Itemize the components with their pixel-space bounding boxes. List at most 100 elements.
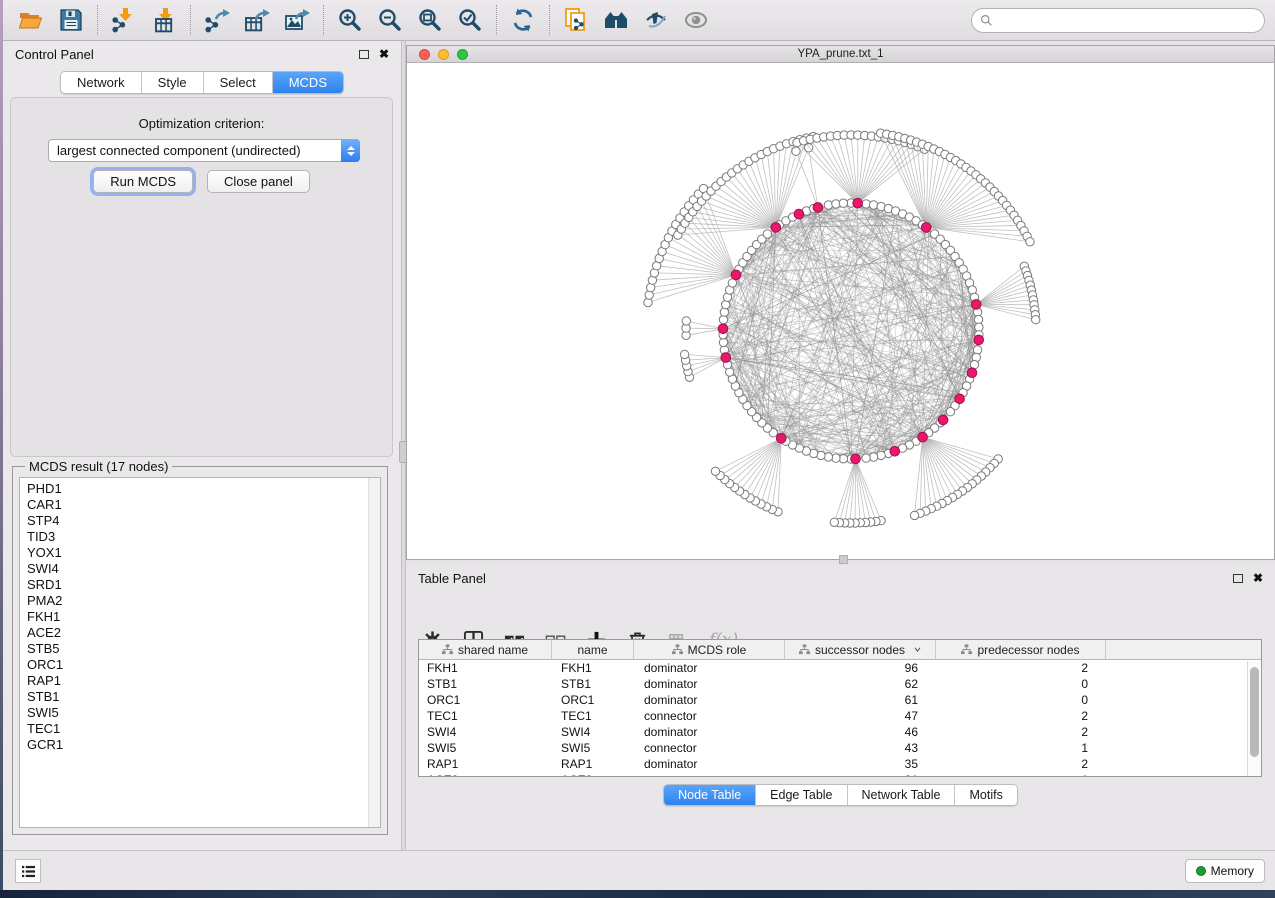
table-row-SWI5[interactable]: SWI5SWI5connector431 [419, 740, 1261, 756]
control-panel-tabs: NetworkStyleSelectMCDS [3, 71, 401, 94]
show-all-button[interactable] [676, 3, 716, 37]
mcds-result-item[interactable]: PMA2 [20, 593, 380, 609]
zoom-out-button[interactable] [370, 3, 410, 37]
memory-status-icon [1196, 866, 1206, 876]
apply-layout-button[interactable] [503, 3, 543, 37]
mcds-result-item[interactable]: SRD1 [20, 577, 380, 593]
new-network-from-selection-button[interactable] [556, 3, 596, 37]
task-history-button[interactable] [15, 859, 41, 883]
node-table[interactable]: shared namenameMCDS rolesuccessor nodesp… [418, 639, 1262, 777]
hide-selected-button[interactable] [636, 3, 676, 37]
open-file-button[interactable] [11, 3, 51, 37]
cell: 2 [936, 757, 1106, 771]
mcds-result-item[interactable]: STB1 [20, 689, 380, 705]
mcds-result-item[interactable]: RAP1 [20, 673, 380, 689]
mcds-result-item[interactable]: YOX1 [20, 545, 380, 561]
column-header-MCDS-role[interactable]: MCDS role [634, 640, 785, 659]
table-row-RAP1[interactable]: RAP1RAP1dominator352 [419, 756, 1261, 772]
cell: 62 [785, 677, 936, 691]
network-window-titlebar[interactable]: YPA_prune.txt_1 [407, 46, 1274, 63]
zoom-selected-button[interactable] [450, 3, 490, 37]
table-row-SWI4[interactable]: SWI4SWI4dominator462 [419, 724, 1261, 740]
run-mcds-button[interactable]: Run MCDS [93, 170, 193, 193]
open-file-icon [18, 7, 44, 33]
column-header-predecessor-nodes[interactable]: predecessor nodes [936, 640, 1106, 659]
mcds-result-item[interactable]: TEC1 [20, 721, 380, 737]
cell: ORC1 [419, 693, 552, 707]
cell: ORC1 [552, 693, 634, 707]
table-row-STB1[interactable]: STB1STB1dominator620 [419, 676, 1261, 692]
cell: ACE2 [552, 773, 634, 777]
mcds-result-item[interactable]: TID3 [20, 529, 380, 545]
table-scrollbar[interactable] [1247, 661, 1261, 776]
memory-button[interactable]: Memory [1185, 859, 1265, 883]
table-scrollbar-thumb[interactable] [1250, 667, 1259, 757]
new-network-from-selection-icon [563, 7, 589, 33]
network-graph[interactable] [407, 63, 1274, 559]
toolbar-separator [496, 5, 497, 35]
mcds-result-item[interactable]: STB5 [20, 641, 380, 657]
criterion-select[interactable]: largest connected component (undirected) [48, 139, 360, 162]
horizontal-splitter-grip[interactable] [839, 555, 848, 564]
mcds-result-item[interactable]: SWI4 [20, 561, 380, 577]
float-window-icon[interactable] [1233, 574, 1243, 583]
tab-edge-table[interactable]: Edge Table [756, 785, 847, 805]
export-table-button[interactable] [237, 3, 277, 37]
zoom-fit-button[interactable] [410, 3, 450, 37]
mcds-result-item[interactable]: FKH1 [20, 609, 380, 625]
cell: SWI5 [552, 741, 634, 755]
close-panel-button[interactable]: Close panel [207, 170, 310, 193]
import-table-icon [151, 7, 177, 33]
mcds-result-item[interactable]: GCR1 [20, 737, 380, 753]
cell: FKH1 [552, 661, 634, 675]
tab-mcds[interactable]: MCDS [273, 72, 343, 93]
table-row-FKH1[interactable]: FKH1FKH1dominator962 [419, 660, 1261, 676]
status-bar: Memory [3, 850, 1275, 890]
mcds-result-item[interactable]: CAR1 [20, 497, 380, 513]
desktop-background-bottom [0, 890, 1275, 898]
tab-node-table[interactable]: Node Table [664, 785, 756, 805]
mcds-result-item[interactable]: SWI5 [20, 705, 380, 721]
zoom-in-button[interactable] [330, 3, 370, 37]
network-canvas[interactable] [407, 63, 1274, 559]
network-search-box[interactable] [971, 8, 1265, 33]
table-row-ORC1[interactable]: ORC1ORC1dominator610 [419, 692, 1261, 708]
table-row-ACE2[interactable]: ACE2ACE2connector311 [419, 772, 1261, 777]
column-header-shared-name[interactable]: shared name [419, 640, 552, 659]
cell: TEC1 [552, 709, 634, 723]
mcds-list-scrollbar[interactable] [368, 478, 380, 827]
cell: connector [634, 709, 785, 723]
tab-motifs[interactable]: Motifs [955, 785, 1016, 805]
tab-style[interactable]: Style [142, 72, 204, 93]
mcds-result-item[interactable]: PHD1 [20, 481, 380, 497]
cell: ACE2 [419, 773, 552, 777]
mcds-result-item[interactable]: ACE2 [20, 625, 380, 641]
export-image-button[interactable] [277, 3, 317, 37]
cell: dominator [634, 677, 785, 691]
table-panel: Table Panel ✖ f(x) shared namenameMCDS r… [406, 565, 1275, 850]
tab-network[interactable]: Network [61, 72, 142, 93]
import-network-button[interactable] [104, 3, 144, 37]
close-panel-icon[interactable]: ✖ [1253, 572, 1263, 584]
column-type-icon [961, 644, 972, 655]
control-panel-title: Control Panel [15, 47, 359, 62]
column-header-successor-nodes[interactable]: successor nodes [785, 640, 936, 659]
search-input[interactable] [993, 14, 1264, 28]
column-type-icon [672, 644, 683, 655]
mcds-result-item[interactable]: STP4 [20, 513, 380, 529]
tab-network-table[interactable]: Network Table [848, 785, 956, 805]
table-row-TEC1[interactable]: TEC1TEC1connector472 [419, 708, 1261, 724]
export-network-button[interactable] [197, 3, 237, 37]
import-table-button[interactable] [144, 3, 184, 37]
cell: 2 [936, 661, 1106, 675]
column-header-filler [1106, 640, 1261, 659]
column-header-name[interactable]: name [552, 640, 634, 659]
tab-select[interactable]: Select [204, 72, 273, 93]
mcds-result-item[interactable]: ORC1 [20, 657, 380, 673]
save-session-button[interactable] [51, 3, 91, 37]
float-window-icon[interactable] [359, 50, 369, 59]
first-neighbors-button[interactable] [596, 3, 636, 37]
cell: 1 [936, 773, 1106, 777]
close-panel-icon[interactable]: ✖ [379, 48, 389, 60]
mcds-result-list[interactable]: PHD1CAR1STP4TID3YOX1SWI4SRD1PMA2FKH1ACE2… [19, 477, 381, 828]
